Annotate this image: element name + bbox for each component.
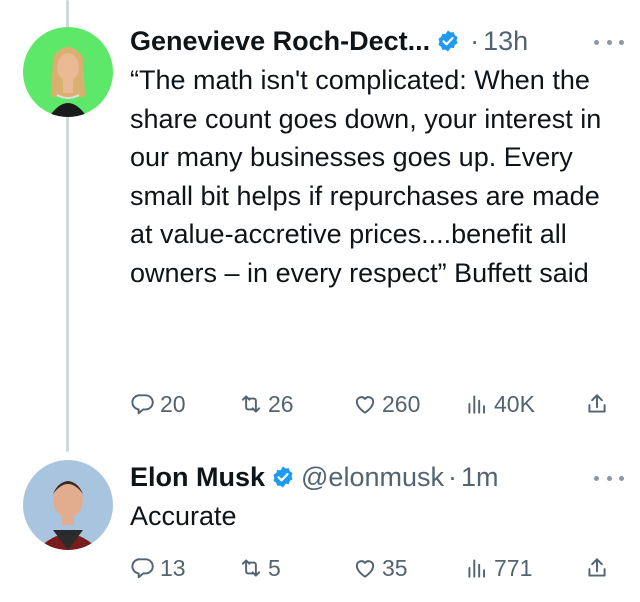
reply-icon bbox=[131, 558, 154, 579]
views-button[interactable]: 40K bbox=[464, 389, 535, 419]
more-options-icon[interactable] bbox=[594, 32, 624, 52]
separator-dot: · bbox=[447, 461, 457, 492]
views-chart-icon bbox=[468, 395, 486, 414]
views-button[interactable]: 771 bbox=[464, 553, 532, 583]
like-count: 260 bbox=[382, 390, 421, 417]
author-name[interactable]: Genevieve Roch-Dect... bbox=[130, 26, 430, 57]
tweet-elonmusk[interactable]: Elon Musk @elonmusk · 1m Accurate 13 5 3… bbox=[0, 448, 640, 602]
like-count: 35 bbox=[382, 554, 408, 581]
share-button[interactable] bbox=[584, 389, 610, 419]
avatar-image bbox=[23, 460, 113, 550]
share-icon bbox=[588, 558, 606, 577]
retweet-icon bbox=[241, 559, 261, 577]
like-button[interactable]: 260 bbox=[352, 389, 420, 419]
tweet-text: Accurate bbox=[130, 501, 237, 531]
tweet-header: Elon Musk @elonmusk · 1m bbox=[130, 460, 499, 494]
tweet-header: Genevieve Roch-Dect... · 13h bbox=[130, 24, 528, 58]
tweet-text: “The math isn't complicated: When the sh… bbox=[130, 65, 602, 288]
heart-icon bbox=[355, 560, 375, 578]
views-count: 771 bbox=[494, 554, 533, 581]
retweet-icon bbox=[241, 395, 261, 413]
timestamp[interactable]: 13h bbox=[483, 26, 528, 57]
tweet-actions: 13 5 35 771 bbox=[130, 553, 610, 583]
author-name[interactable]: Elon Musk bbox=[130, 462, 265, 493]
retweet-count: 5 bbox=[268, 554, 281, 581]
views-count: 40K bbox=[494, 390, 535, 417]
verified-badge-icon bbox=[271, 465, 295, 489]
reply-button[interactable]: 20 bbox=[130, 389, 186, 419]
tweet-genevieve[interactable]: Genevieve Roch-Dect... · 13h “The math i… bbox=[0, 0, 640, 440]
verified-badge-icon bbox=[436, 29, 460, 53]
more-options-icon[interactable] bbox=[594, 468, 624, 488]
like-button[interactable]: 35 bbox=[352, 553, 408, 583]
share-button[interactable] bbox=[584, 553, 610, 583]
author-handle[interactable]: @elonmusk bbox=[301, 462, 444, 493]
timestamp[interactable]: 1m bbox=[461, 462, 499, 493]
reply-icon bbox=[131, 394, 154, 415]
share-icon bbox=[588, 394, 606, 413]
heart-icon bbox=[355, 396, 375, 414]
reply-count: 13 bbox=[160, 554, 186, 581]
retweet-count: 26 bbox=[268, 390, 294, 417]
retweet-button[interactable]: 26 bbox=[238, 389, 294, 419]
tweet-actions: 20 26 260 40K bbox=[130, 389, 610, 419]
reply-count: 20 bbox=[160, 390, 186, 417]
retweet-button[interactable]: 5 bbox=[238, 553, 281, 583]
avatar[interactable] bbox=[23, 460, 113, 550]
avatar[interactable] bbox=[23, 27, 113, 117]
separator-dot: · bbox=[470, 25, 480, 56]
views-chart-icon bbox=[468, 559, 486, 578]
reply-button[interactable]: 13 bbox=[130, 553, 186, 583]
avatar-image bbox=[23, 27, 113, 117]
